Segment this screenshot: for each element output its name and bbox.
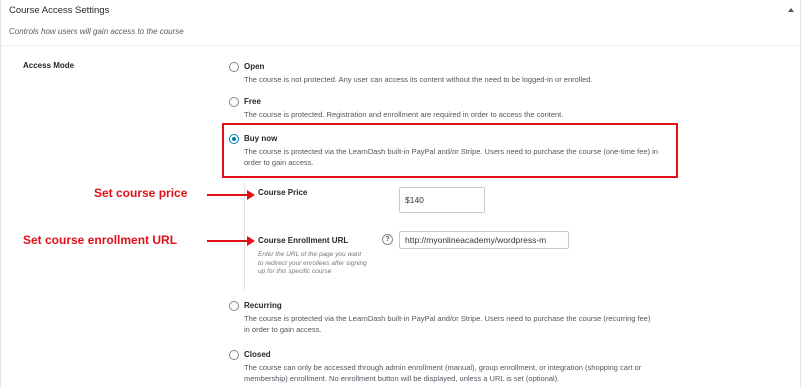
radio-open[interactable] <box>229 62 239 72</box>
option-title: Buy now <box>244 134 278 143</box>
radio-closed[interactable] <box>229 350 239 360</box>
arrow-right-icon <box>207 190 255 200</box>
arrow-right-icon <box>207 236 255 246</box>
radio-recurring[interactable] <box>229 301 239 311</box>
option-description: The course is protected via the LearnDas… <box>244 147 658 167</box>
course-price-input[interactable]: $140 <box>399 187 485 213</box>
option-title: Open <box>244 62 265 71</box>
option-description: The course is not protected. Any user ca… <box>244 75 593 84</box>
access-mode-label: Access Mode <box>23 61 75 70</box>
panel-header[interactable]: Course Access Settings <box>1 0 800 20</box>
option-title: Closed <box>244 350 271 359</box>
enrollment-url-help: Enter the URL of the page you want to re… <box>258 251 367 275</box>
course-access-settings-panel: Course Access Settings Controls how user… <box>0 0 801 387</box>
enrollment-url-label: Course Enrollment URL <box>258 236 349 245</box>
option-description: The course can only be accessed through … <box>244 363 642 383</box>
option-title: Free <box>244 97 261 106</box>
radio-free[interactable] <box>229 97 239 107</box>
annotation-set-course-price: Set course price <box>94 186 188 200</box>
sub-settings-line <box>244 182 245 290</box>
panel-title: Course Access Settings <box>9 5 110 16</box>
triangle-up-icon[interactable] <box>788 8 794 12</box>
option-description: The course is protected via the LearnDas… <box>244 314 651 334</box>
course-price-label: Course Price <box>258 188 308 197</box>
annotation-set-enrollment-url: Set course enrollment URL <box>23 233 178 247</box>
enrollment-url-input[interactable]: http://myonlineacademy/wordpress-m <box>399 231 569 249</box>
radio-buy-now[interactable] <box>229 134 239 144</box>
divider <box>1 45 800 46</box>
option-description: The course is protected. Registration an… <box>244 110 564 119</box>
option-title: Recurring <box>244 301 282 310</box>
panel-subtitle: Controls how users will gain access to t… <box>9 27 184 36</box>
question-icon[interactable]: ? <box>382 234 393 245</box>
